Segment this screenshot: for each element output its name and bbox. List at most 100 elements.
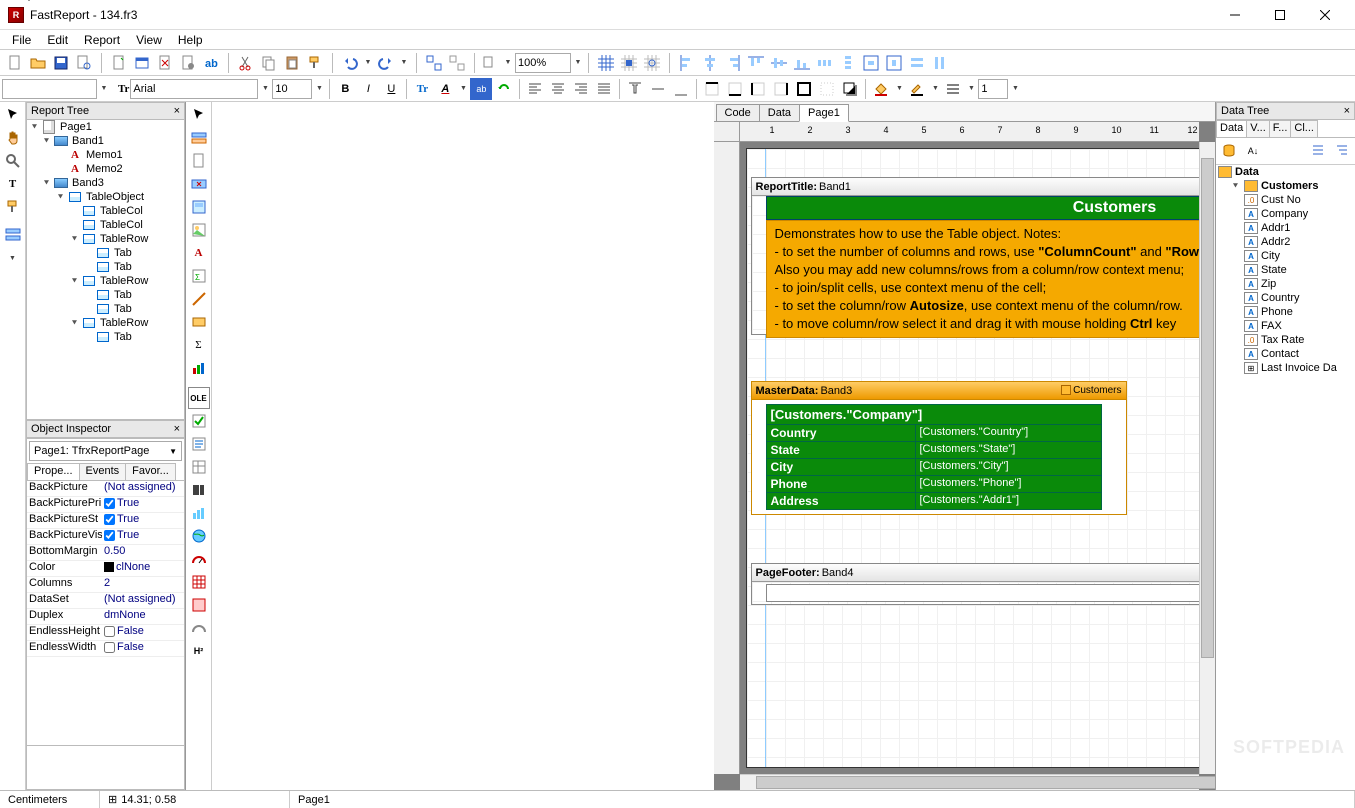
menu-view[interactable]: View	[128, 31, 170, 49]
frame-bottom-button[interactable]	[724, 78, 746, 100]
tree-toggle[interactable]: ⯆	[41, 136, 52, 147]
notes-memo[interactable]: Demonstrates how to use the Table object…	[766, 220, 1200, 338]
data-tree-collapse-button[interactable]	[1307, 140, 1329, 162]
space-h-button[interactable]	[814, 52, 836, 74]
data-tree-field[interactable]: ACountry	[1216, 291, 1355, 305]
tree-node-band1[interactable]: Band1	[70, 135, 106, 147]
text-valign-bottom-button[interactable]	[670, 78, 692, 100]
tab-page1[interactable]: Page1	[799, 104, 849, 122]
minimize-button[interactable]	[1212, 1, 1257, 29]
tree-node-tablerow[interactable]: TableRow	[98, 317, 150, 329]
data-tree-tab-functions[interactable]: F...	[1269, 120, 1292, 137]
copy-button[interactable]	[258, 52, 280, 74]
tree-node-tableobject[interactable]: TableObject	[84, 191, 146, 203]
hand-tool-button[interactable]	[2, 127, 24, 149]
object-chart2-button[interactable]	[188, 502, 210, 524]
center-h-in-band-button[interactable]	[860, 52, 882, 74]
object-dialpage-button[interactable]: H²	[188, 640, 210, 662]
company-cell[interactable]: [Customers."Company"]	[766, 404, 1102, 425]
font-dropdown[interactable]: ▼	[259, 78, 271, 100]
align-centers-h-button[interactable]	[699, 52, 721, 74]
object-band-button[interactable]	[188, 127, 210, 149]
object-table-button[interactable]	[188, 571, 210, 593]
tree-node-tab[interactable]: Tab	[112, 331, 134, 343]
show-grid-button[interactable]	[595, 52, 617, 74]
cut-button[interactable]	[235, 52, 257, 74]
align-to-grid-button[interactable]	[618, 52, 640, 74]
tree-node-tab[interactable]: Tab	[112, 247, 134, 259]
table-row[interactable]: City[Customers."City"]	[766, 459, 1102, 476]
table-cell-label[interactable]: City	[766, 459, 916, 476]
font-color-button[interactable]: A	[434, 78, 456, 100]
data-tree-dataset[interactable]: Customers	[1261, 180, 1318, 192]
menu-help[interactable]: Help	[170, 31, 211, 49]
zoom-combo[interactable]	[515, 53, 571, 73]
text-align-right-button[interactable]	[570, 78, 592, 100]
tree-node-band3[interactable]: Band3	[70, 177, 106, 189]
horizontal-scrollbar[interactable]	[740, 774, 1200, 790]
size-dropdown[interactable]: ▼	[313, 78, 325, 100]
center-v-in-band-button[interactable]	[883, 52, 905, 74]
zoom-dropdown[interactable]: ▼	[572, 52, 584, 74]
object-insert-button[interactable]	[188, 173, 210, 195]
highlight-button[interactable]: ab	[470, 78, 492, 100]
redo-dropdown[interactable]: ▼	[398, 52, 410, 74]
object-zipcode-button[interactable]	[188, 617, 210, 639]
format-copy-tool-button[interactable]	[2, 196, 24, 218]
tree-toggle[interactable]: ⯆	[29, 122, 40, 133]
align-right-edges-button[interactable]	[722, 52, 744, 74]
text-align-center-button[interactable]	[547, 78, 569, 100]
tree-node-memo1[interactable]: Memo1	[84, 149, 125, 161]
band-header[interactable]: ReportTitle: Band1	[752, 178, 1200, 196]
frame-left-button[interactable]	[747, 78, 769, 100]
align-top-edges-button[interactable]	[745, 52, 767, 74]
prop-backpictureprint-check[interactable]	[104, 498, 115, 509]
favorites-tab[interactable]: Favor...	[125, 463, 176, 480]
menu-report[interactable]: Report	[76, 31, 128, 49]
tree-toggle[interactable]: ⯆	[1230, 181, 1241, 192]
table-cell-label[interactable]: State	[766, 442, 916, 459]
frame-shadow-button[interactable]	[839, 78, 861, 100]
data-tree-field[interactable]: AFAX	[1216, 319, 1355, 333]
frame-width-dropdown[interactable]: ▼	[1009, 78, 1021, 100]
frame-color-button[interactable]	[906, 78, 928, 100]
format-painter-button[interactable]	[304, 52, 326, 74]
undo-button[interactable]	[339, 52, 361, 74]
tree-node-tablerow[interactable]: TableRow	[98, 233, 150, 245]
data-tree-close-button[interactable]: ×	[1344, 105, 1350, 117]
object-picture-button[interactable]	[188, 219, 210, 241]
band-dataset-link[interactable]: Customers	[1061, 385, 1121, 396]
find-dropdown[interactable]: ▼	[502, 52, 514, 74]
page-canvas[interactable]: ReportTitle: Band1 Customers Demonstrate…	[740, 142, 1200, 774]
object-shape-button[interactable]	[188, 311, 210, 333]
customers-title-memo[interactable]: Customers	[766, 196, 1200, 220]
report-tree-close-button[interactable]: ×	[174, 105, 180, 117]
close-button[interactable]	[1302, 1, 1347, 29]
frame-style-button[interactable]	[942, 78, 964, 100]
align-bottom-edges-button[interactable]	[791, 52, 813, 74]
menu-file[interactable]: File	[4, 31, 39, 49]
prop-endlessheight-check[interactable]	[104, 626, 115, 637]
same-width-button[interactable]	[906, 52, 928, 74]
events-tab[interactable]: Events	[79, 463, 127, 480]
table-cell-value[interactable]: [Customers."City"]	[916, 459, 1102, 476]
tab-data[interactable]: Data	[759, 104, 800, 121]
table-cell-label[interactable]: Phone	[766, 476, 916, 493]
property-grid[interactable]: BackPicture(Not assigned) BackPicturePri…	[27, 481, 184, 745]
zoom-tool-button[interactable]	[2, 150, 24, 172]
data-tree-field[interactable]: ACompany	[1216, 207, 1355, 221]
same-height-button[interactable]	[929, 52, 951, 74]
fill-color-button[interactable]	[870, 78, 892, 100]
tree-toggle[interactable]: ⯆	[69, 276, 80, 287]
object-sysmemo-button[interactable]: Σ	[188, 265, 210, 287]
tree-node-memo2[interactable]: Memo2	[84, 163, 125, 175]
tree-node-tablecol[interactable]: TableCol	[98, 205, 145, 217]
align-left-edges-button[interactable]	[676, 52, 698, 74]
tree-node-tablerow[interactable]: TableRow	[98, 275, 150, 287]
paste-button[interactable]	[281, 52, 303, 74]
tree-toggle[interactable]: ⯆	[69, 234, 80, 245]
vertical-scrollbar[interactable]	[1199, 142, 1215, 774]
align-centers-v-button[interactable]	[768, 52, 790, 74]
delete-page-button[interactable]	[154, 52, 176, 74]
object-chart-button[interactable]	[188, 357, 210, 379]
